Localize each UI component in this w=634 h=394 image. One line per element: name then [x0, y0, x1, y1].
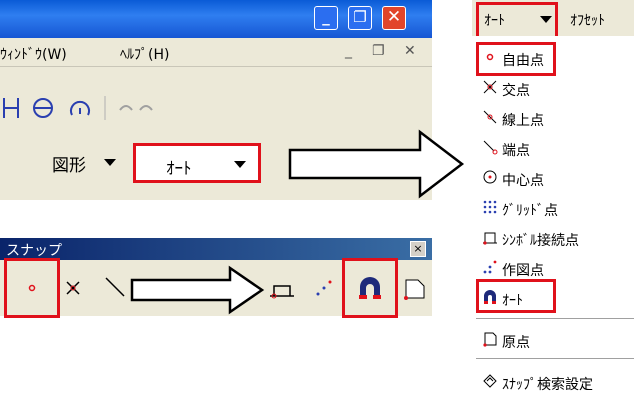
construction-point-icon	[483, 260, 497, 274]
menu-item-intersection[interactable]: 交点	[476, 76, 634, 100]
menu-divider	[476, 358, 634, 359]
header-offset-label[interactable]: ｵﾌｾｯﾄ	[570, 10, 605, 30]
big-arrow-right-bottom	[130, 265, 265, 315]
menu-item-label: 交点	[502, 83, 530, 99]
symbol-connection-icon	[483, 232, 497, 245]
snap-settings-icon	[483, 374, 497, 388]
origin-icon	[483, 332, 497, 347]
endpoint-icon	[483, 140, 498, 155]
menu-item-label: 作図点	[502, 263, 544, 279]
menu-item-label: ｽﾅｯﾌﾟ検索設定	[502, 377, 593, 393]
menu-item-label: 中心点	[502, 173, 544, 189]
big-arrow-right-top	[288, 129, 465, 199]
grid-point-icon	[483, 200, 497, 214]
snap-mode-menu: 自由点 交点 線上点 端点 中心点 ｸﾞﾘｯﾄﾞ点 ｼﾝﾎﾞﾙ接続点 作図点 ｵ…	[476, 36, 634, 394]
free-point-menu-highlight	[476, 42, 556, 76]
center-point-icon	[483, 170, 497, 184]
menu-item-label: 原点	[502, 335, 530, 351]
menu-item-label: 端点	[502, 143, 530, 159]
menu-divider	[476, 318, 634, 319]
menu-item-snap-search-settings[interactable]: ｽﾅｯﾌﾟ検索設定	[476, 370, 634, 394]
menu-item-origin[interactable]: 原点	[476, 328, 634, 352]
on-line-point-icon	[483, 110, 497, 124]
menu-item-construction-point[interactable]: 作図点	[476, 256, 634, 280]
menu-item-endpoint[interactable]: 端点	[476, 136, 634, 160]
menu-item-on-line-point[interactable]: 線上点	[476, 106, 634, 130]
menu-item-label: 線上点	[502, 113, 544, 129]
menu-item-symbol-connection-point[interactable]: ｼﾝﾎﾞﾙ接続点	[476, 226, 634, 250]
menu-item-label: ｼﾝﾎﾞﾙ接続点	[502, 233, 579, 249]
auto-menu-highlight	[476, 279, 556, 313]
menu-item-grid-point[interactable]: ｸﾞﾘｯﾄﾞ点	[476, 196, 634, 220]
menu-item-center-point[interactable]: 中心点	[476, 166, 634, 190]
intersection-icon	[483, 80, 497, 94]
menu-item-label: ｸﾞﾘｯﾄﾞ点	[502, 203, 558, 219]
header-auto-highlight	[476, 2, 558, 40]
